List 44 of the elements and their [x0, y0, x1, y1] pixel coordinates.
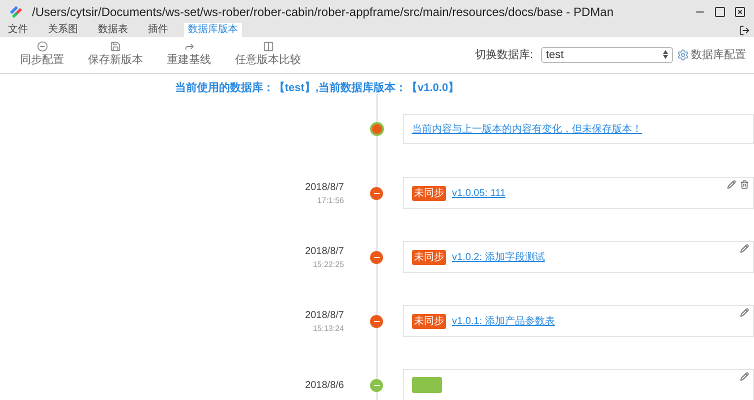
delete-icon[interactable] [740, 180, 749, 189]
edit-icon[interactable] [740, 244, 749, 253]
window-title: /Users/cytsir/Documents/ws-set/ws-rober/rober-cabin/rober-appframe/src/main/resources/docs/base - PDMan [32, 4, 615, 21]
edit-icon[interactable] [740, 308, 749, 317]
version-time: 17:1:56 [317, 194, 344, 206]
database-select[interactable]: test [541, 46, 673, 63]
switch-database-label: 切换数据库: [474, 48, 533, 63]
menu-tab[interactable]: 插件 [144, 23, 172, 38]
current-version-info: 当前使用的数据库：【test】,当前数据库版本：【v1.0.0】 [174, 80, 460, 96]
rebuild-icon [184, 41, 194, 52]
edit-icon[interactable] [740, 372, 749, 381]
version-link[interactable]: v1.0.1: 添加产品参数表 [452, 314, 555, 328]
version-link[interactable]: v1.0.05: 111 [452, 186, 506, 200]
toolbar-button[interactable]: 任意版本比较 [223, 41, 313, 69]
version-time: 15:22:25 [312, 258, 344, 270]
status-badge [412, 377, 442, 393]
version-date: 2018/8/7 [305, 180, 344, 194]
app-logo-icon [8, 4, 24, 20]
toolbar-button[interactable]: 重建基线 [155, 41, 223, 69]
close-icon[interactable] [734, 6, 746, 18]
database-config-button[interactable]: 数据库配置 [677, 46, 746, 64]
status-badge: 未同步 [412, 186, 446, 200]
toolbar-button[interactable]: 同步配置 [8, 41, 76, 69]
sync-icon [36, 41, 48, 52]
menu-tab[interactable]: 关系图 [44, 23, 82, 38]
version-link[interactable]: v1.0.2: 添加字段测试 [452, 250, 545, 264]
toolbar-button[interactable]: 保存新版本 [76, 41, 155, 69]
menu-tab[interactable]: 文件 [4, 23, 32, 38]
version-date: 2018/8/7 [305, 308, 344, 322]
maximize-icon[interactable] [714, 6, 726, 18]
version-date: 2018/8/6 [305, 378, 344, 392]
pending-changes-link[interactable]: 当前内容与上一版本的内容有变化，但未保存版本！ [412, 122, 642, 136]
status-badge: 未同步 [412, 250, 446, 264]
select-arrows-icon [663, 50, 668, 60]
compare-icon [262, 41, 274, 52]
save-icon [110, 41, 121, 52]
menu-tab[interactable]: 数据库版本 [184, 23, 242, 38]
status-badge: 未同步 [412, 314, 446, 328]
edit-icon[interactable] [727, 180, 736, 189]
version-date: 2018/8/7 [305, 244, 344, 258]
version-time: 15:13:24 [312, 322, 344, 334]
menu-tab[interactable]: 数据表 [94, 23, 132, 38]
gear-icon [677, 48, 689, 61]
logout-icon[interactable] [739, 24, 750, 36]
